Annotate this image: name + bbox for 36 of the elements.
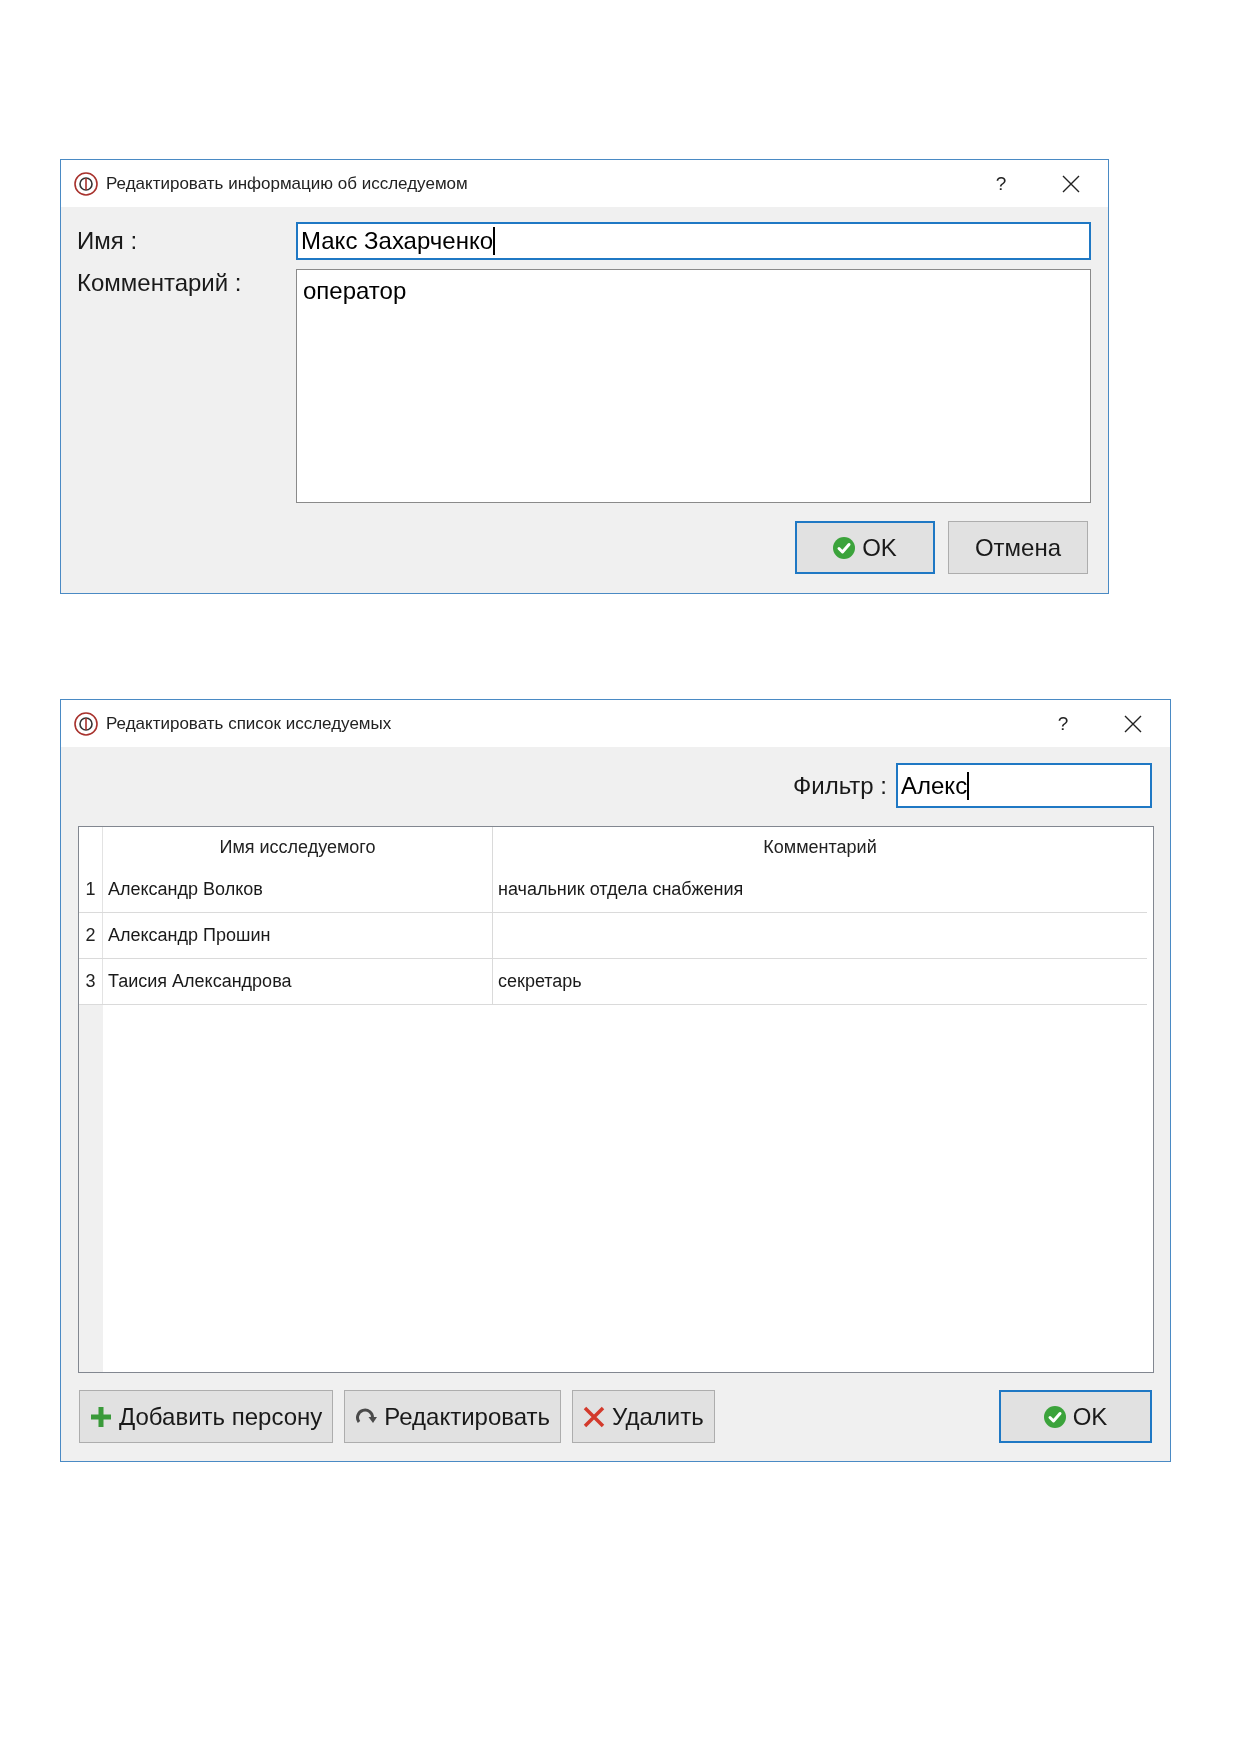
filter-label: Фильтр : [793, 771, 887, 800]
table-row[interactable]: 2 Александр Прошин [79, 913, 1147, 959]
check-icon [1043, 1405, 1066, 1428]
row-number: 1 [79, 867, 103, 912]
name-field[interactable]: Макс Захарченко [296, 222, 1091, 260]
confirm-button[interactable]: OK [795, 521, 935, 574]
window-title: Редактировать список исследуемых [106, 713, 392, 734]
table-cell: Таисия Александрова [103, 959, 493, 1004]
help-button[interactable]: ? [1040, 707, 1086, 740]
confirm-button[interactable]: OK [999, 1390, 1152, 1443]
logo-icon [74, 171, 98, 196]
table-cell-text: начальник отдела снабжения [497, 878, 745, 901]
table-cell: Александр Прошин [103, 913, 493, 958]
logo-icon [74, 711, 98, 736]
delete-button[interactable]: Удалить [572, 1390, 715, 1443]
table-row[interactable]: 1 Александр Волков начальник отдела снабжения [79, 867, 1147, 913]
field-label: Комментарий : [77, 269, 243, 297]
close-icon [1124, 714, 1142, 733]
add-button[interactable]: Добавить персону [79, 1390, 334, 1443]
row-number: 2 [79, 913, 103, 958]
cross-icon [583, 1405, 606, 1428]
table-row[interactable]: 3 Таисия Александрова секретарь [79, 959, 1147, 1005]
table-cell: Александр Волков [103, 867, 493, 912]
help-button[interactable]: ? [978, 167, 1024, 200]
edit-button[interactable]: Редактировать [344, 1390, 562, 1443]
column-header[interactable]: Комментарий [493, 827, 1147, 867]
cancel-button[interactable]: Отмена [948, 521, 1088, 574]
comment-field[interactable]: оператор [296, 269, 1091, 503]
row-number: 3 [79, 959, 103, 1004]
table-cell-text: секретарь [497, 970, 583, 993]
check-icon [833, 536, 856, 559]
plus-icon [90, 1405, 112, 1428]
close-icon [1062, 174, 1080, 193]
window-title: Редактировать информацию об исследуемом [106, 173, 468, 194]
field-label: Имя : [77, 227, 139, 255]
filter-field[interactable]: Алекс [896, 763, 1152, 808]
